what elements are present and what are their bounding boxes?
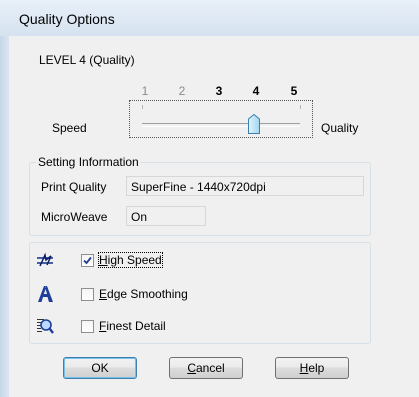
tick-label-1: 1 bbox=[141, 84, 149, 98]
slider-track bbox=[142, 123, 300, 127]
finest-detail-label[interactable]: Finest Detail bbox=[99, 319, 166, 333]
high-speed-label-rest: igh Speed bbox=[107, 253, 162, 267]
edge-smoothing-label-rest: dge Smoothing bbox=[107, 287, 188, 301]
ok-button-label: OK bbox=[91, 361, 109, 375]
edge-smoothing-mnemonic: E bbox=[99, 287, 108, 301]
window-frame-left bbox=[0, 36, 9, 397]
microweave-value: On bbox=[126, 206, 206, 226]
help-button[interactable]: Help bbox=[275, 357, 349, 379]
cancel-button[interactable]: Cancel bbox=[169, 357, 243, 379]
high-speed-mnemonic: H bbox=[99, 253, 108, 267]
finest-detail-checkbox[interactable] bbox=[81, 320, 94, 333]
tick-label-2: 2 bbox=[178, 84, 186, 98]
slider-tick-mark bbox=[142, 105, 143, 109]
cancel-label-rest: ancel bbox=[195, 361, 225, 375]
print-quality-value: SuperFine - 1440x720dpi bbox=[126, 176, 364, 196]
high-speed-checkbox[interactable] bbox=[81, 254, 94, 267]
help-label-rest: elp bbox=[308, 361, 325, 375]
high-speed-icon bbox=[36, 252, 54, 270]
slider-tick-mark bbox=[300, 105, 301, 109]
level-label: LEVEL 4 (Quality) bbox=[39, 53, 135, 67]
tick-label-3: 3 bbox=[215, 84, 223, 98]
setting-information-title: Setting Information bbox=[36, 155, 141, 169]
title-bar: Quality Options bbox=[0, 0, 419, 36]
edge-smoothing-checkbox[interactable] bbox=[81, 288, 94, 301]
dialog-client-area: LEVEL 4 (Quality) 1 2 3 4 5 Speed Qualit… bbox=[9, 36, 419, 397]
window-title: Quality Options bbox=[19, 11, 115, 27]
microweave-text: On bbox=[131, 210, 148, 224]
finest-detail-label-rest: inest Detail bbox=[106, 319, 166, 333]
tick-label-4: 4 bbox=[252, 84, 260, 98]
tick-label-5: 5 bbox=[290, 84, 298, 98]
quality-slider[interactable] bbox=[129, 100, 313, 138]
ok-button[interactable]: OK bbox=[63, 357, 137, 379]
high-speed-label[interactable]: High Speed bbox=[98, 252, 163, 268]
cancel-mnemonic: C bbox=[187, 361, 196, 375]
slider-thumb[interactable] bbox=[248, 113, 260, 134]
slider-quality-label: Quality bbox=[321, 121, 359, 135]
finest-detail-icon bbox=[36, 317, 54, 335]
edge-smoothing-label[interactable]: Edge Smoothing bbox=[99, 287, 188, 301]
print-quality-text: SuperFine - 1440x720dpi bbox=[131, 180, 266, 194]
slider-speed-label: Speed bbox=[52, 121, 87, 135]
microweave-label: MicroWeave bbox=[41, 210, 108, 224]
edge-smoothing-icon bbox=[36, 285, 54, 303]
print-quality-label: Print Quality bbox=[41, 180, 107, 194]
